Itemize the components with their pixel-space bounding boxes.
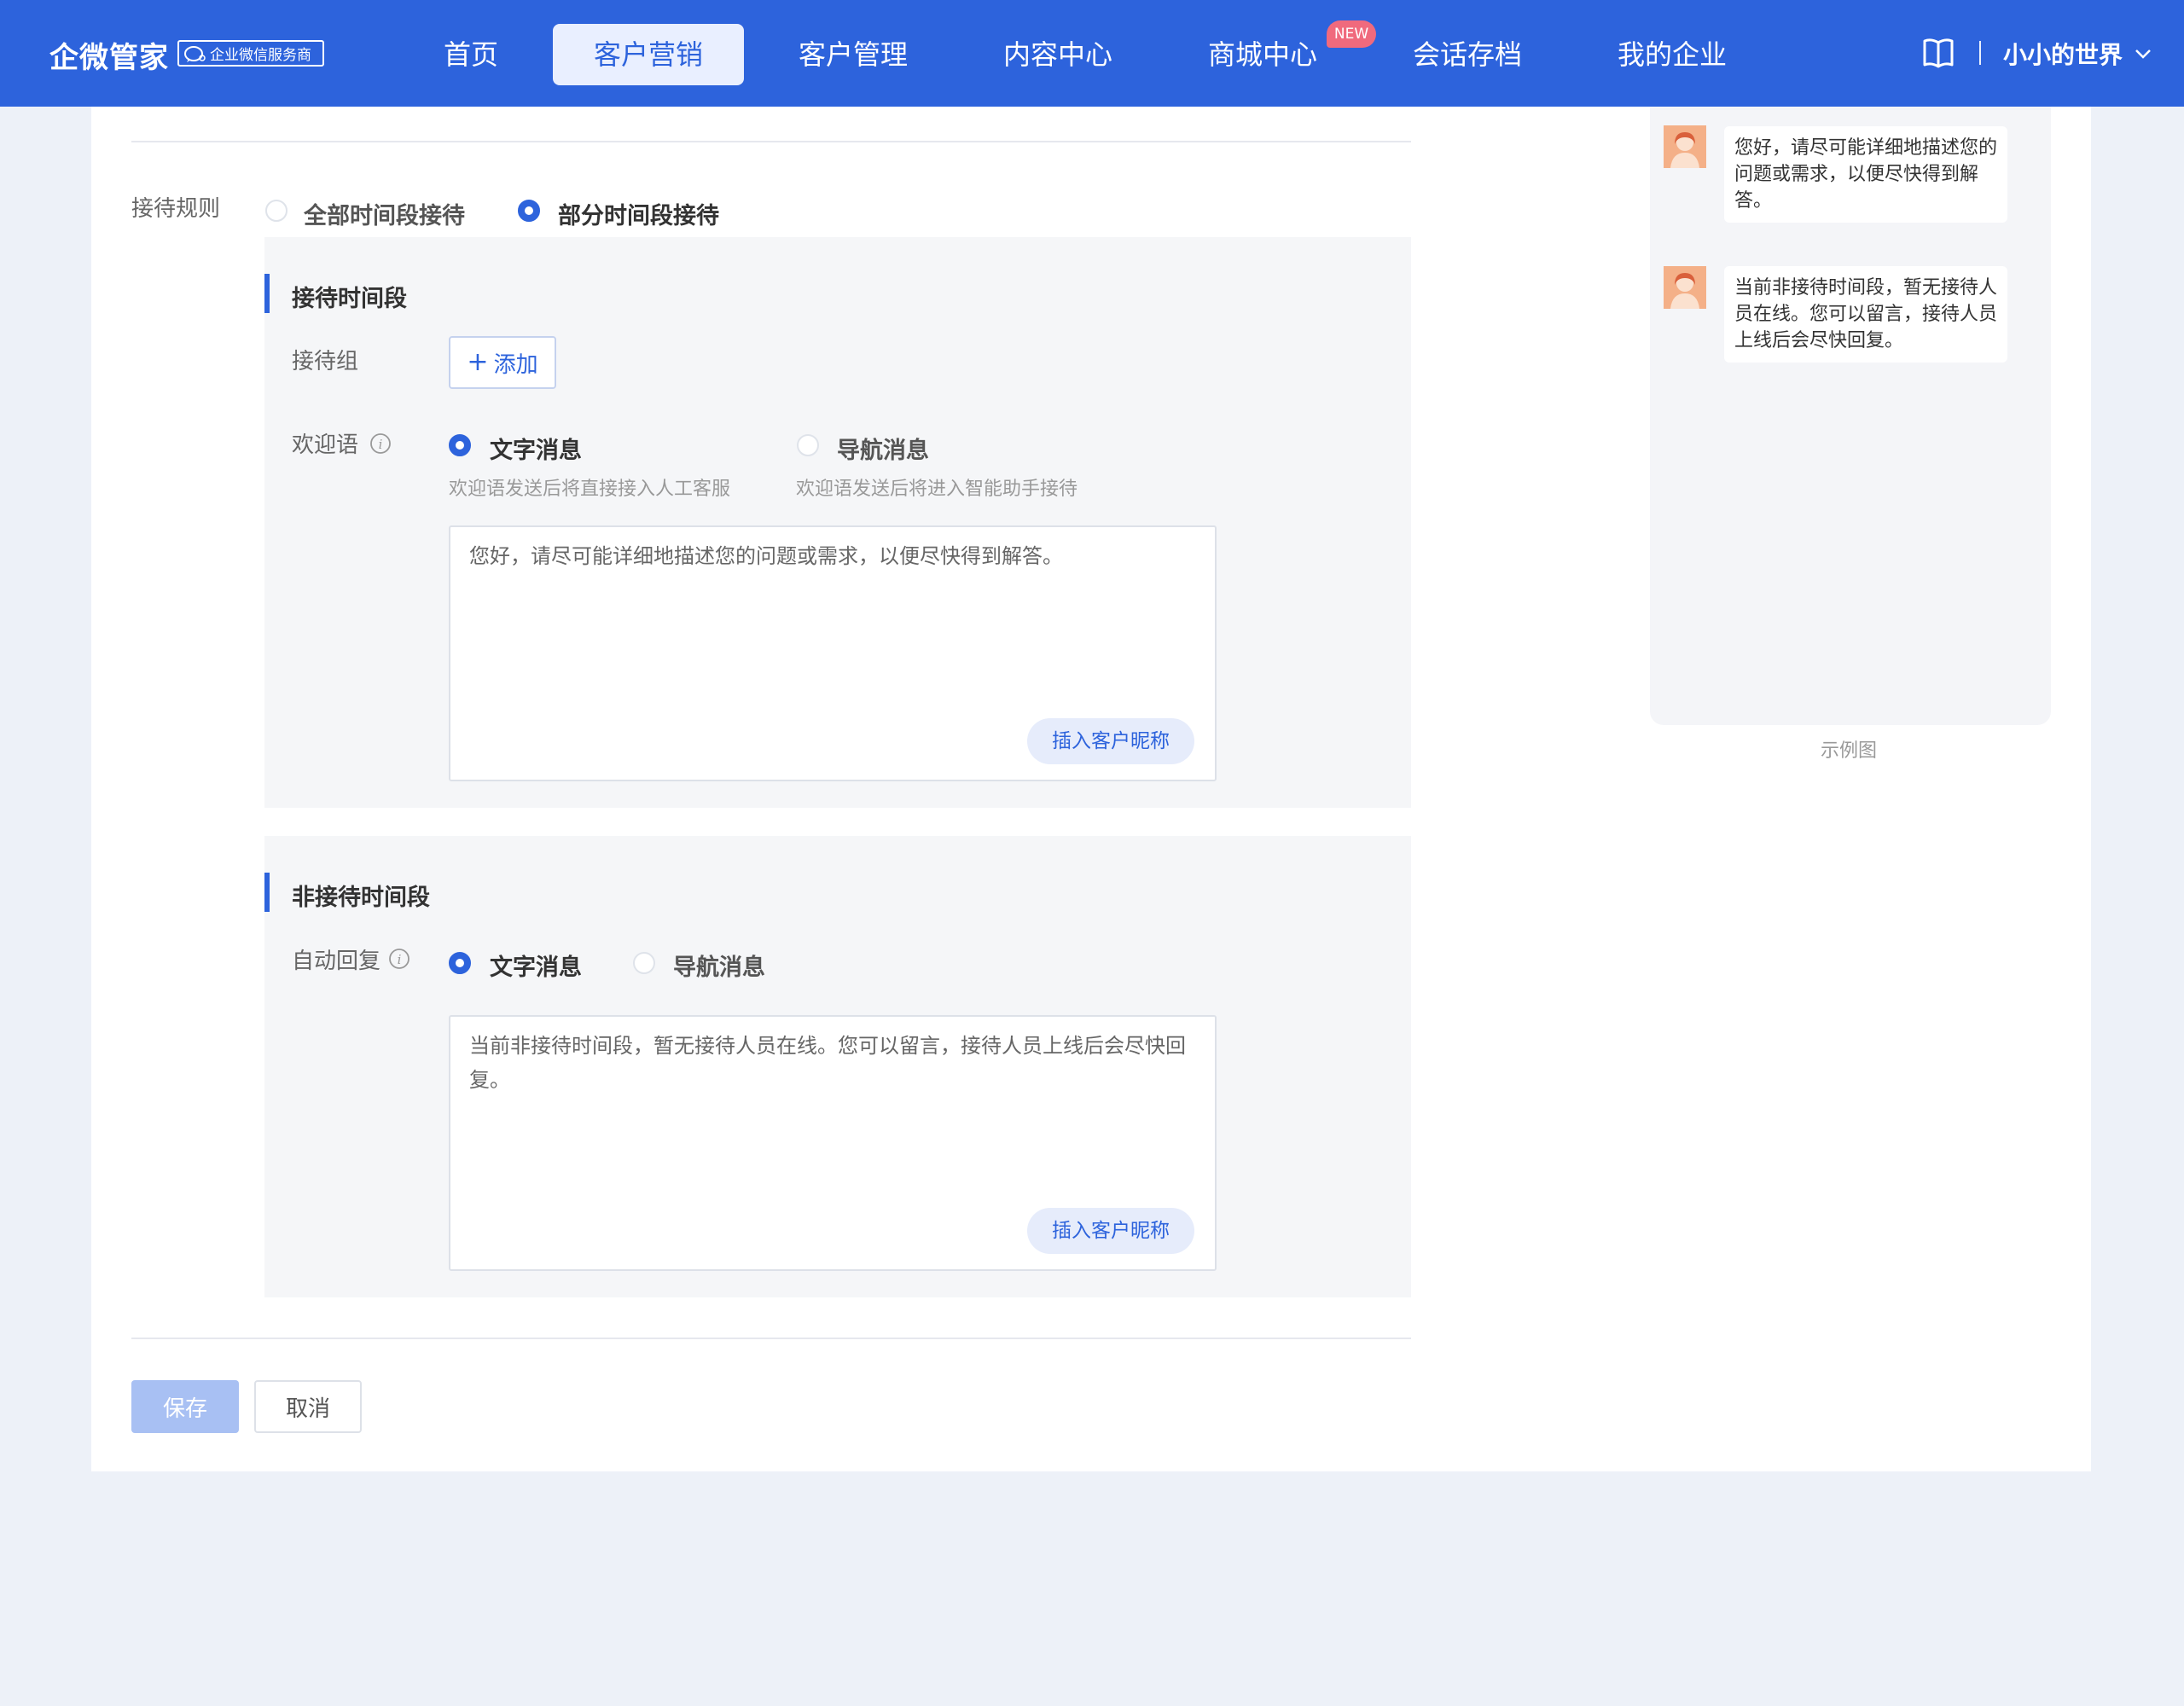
radio-welcome-nav-label[interactable]: 导航消息 xyxy=(837,432,929,465)
svg-text:i: i xyxy=(398,952,402,967)
insert-nickname-button[interactable]: 插入客户昵称 xyxy=(1027,1208,1194,1254)
reception-rule-label: 接待规则 xyxy=(131,196,221,222)
nav-chat-archive[interactable]: 会话存档 xyxy=(1397,24,1537,85)
nav-my-company[interactable]: 我的企业 xyxy=(1602,24,1742,85)
nav-mall-center[interactable]: 商城中心 xyxy=(1193,24,1333,85)
welcome-message-text: 您好，请尽可能详细地描述您的问题或需求，以便尽快得到解答。 xyxy=(469,544,1063,568)
nav-home[interactable]: 首页 xyxy=(418,24,524,85)
add-group-button[interactable]: + 添加 xyxy=(449,336,556,389)
book-icon[interactable] xyxy=(1921,36,1955,70)
top-navbar: 企微管家 企业微信服务商 首页 客户营销 客户管理 内容中心 商城中心 NEW … xyxy=(0,0,2184,107)
radio-welcome-nav[interactable] xyxy=(797,434,819,456)
radio-reply-nav[interactable] xyxy=(633,952,655,974)
new-badge: NEW xyxy=(1327,20,1376,48)
insert-nickname-button[interactable]: 插入客户昵称 xyxy=(1027,718,1194,764)
svg-text:i: i xyxy=(379,437,383,452)
save-button[interactable]: 保存 xyxy=(131,1380,239,1433)
reception-group-label: 接待组 xyxy=(292,349,359,374)
header-divider xyxy=(1979,41,1981,65)
chevron-down-icon[interactable] xyxy=(2134,44,2152,63)
preview-message-bubble: 当前非接待时间段，暂无接待人员在线。您可以留言，接待人员上线后会尽快回复。 xyxy=(1724,266,2007,363)
reception-period-title: 接待时间段 xyxy=(292,286,407,312)
radio-welcome-text-label[interactable]: 文字消息 xyxy=(490,432,582,465)
brand-logo-text[interactable]: 企微管家 xyxy=(49,34,169,76)
plus-icon: + xyxy=(467,347,489,377)
divider-top xyxy=(131,141,1411,142)
section-accent-bar xyxy=(264,873,270,912)
radio-reply-text[interactable] xyxy=(449,952,471,974)
radio-welcome-text[interactable] xyxy=(449,434,471,456)
wecom-icon xyxy=(184,45,206,62)
radio-partial-time[interactable] xyxy=(518,200,540,222)
auto-reply-text: 当前非接待时间段，暂无接待人员在线。您可以留言，接待人员上线后会尽快回复。 xyxy=(469,1034,1186,1092)
section-accent-bar xyxy=(264,274,270,313)
cancel-button[interactable]: 取消 xyxy=(254,1380,362,1433)
radio-all-time-label[interactable]: 全部时间段接待 xyxy=(304,197,465,230)
nav-customer-management[interactable]: 客户管理 xyxy=(783,24,923,85)
radio-all-time[interactable] xyxy=(265,200,288,222)
brand-tag-label: 企业微信服务商 xyxy=(210,47,311,64)
info-icon[interactable]: i xyxy=(388,948,410,970)
radio-reply-nav-label[interactable]: 导航消息 xyxy=(673,949,765,982)
agent-avatar xyxy=(1664,125,1706,168)
welcome-label: 欢迎语 xyxy=(292,432,359,458)
welcome-text-hint: 欢迎语发送后将直接接入人工客服 xyxy=(449,479,731,500)
preview-message-bubble: 您好，请尽可能详细地描述您的问题或需求，以便尽快得到解答。 xyxy=(1724,126,2007,223)
brand-tag: 企业微信服务商 xyxy=(177,40,324,67)
user-menu[interactable]: 小小的世界 xyxy=(2003,37,2123,71)
non-reception-period-title: 非接待时间段 xyxy=(292,885,430,911)
agent-avatar xyxy=(1664,266,1706,309)
divider-bottom xyxy=(131,1338,1411,1339)
auto-reply-label: 自动回复 xyxy=(292,949,381,974)
add-group-label: 添加 xyxy=(493,351,538,378)
nav-customer-marketing[interactable]: 客户营销 xyxy=(553,24,744,85)
preview-caption: 示例图 xyxy=(1821,740,1878,762)
radio-reply-text-label[interactable]: 文字消息 xyxy=(490,949,582,982)
radio-partial-time-label[interactable]: 部分时间段接待 xyxy=(558,197,719,230)
info-icon[interactable]: i xyxy=(369,432,392,455)
nav-content-center[interactable]: 内容中心 xyxy=(988,24,1128,85)
welcome-nav-hint: 欢迎语发送后将进入智能助手接待 xyxy=(796,479,1078,500)
